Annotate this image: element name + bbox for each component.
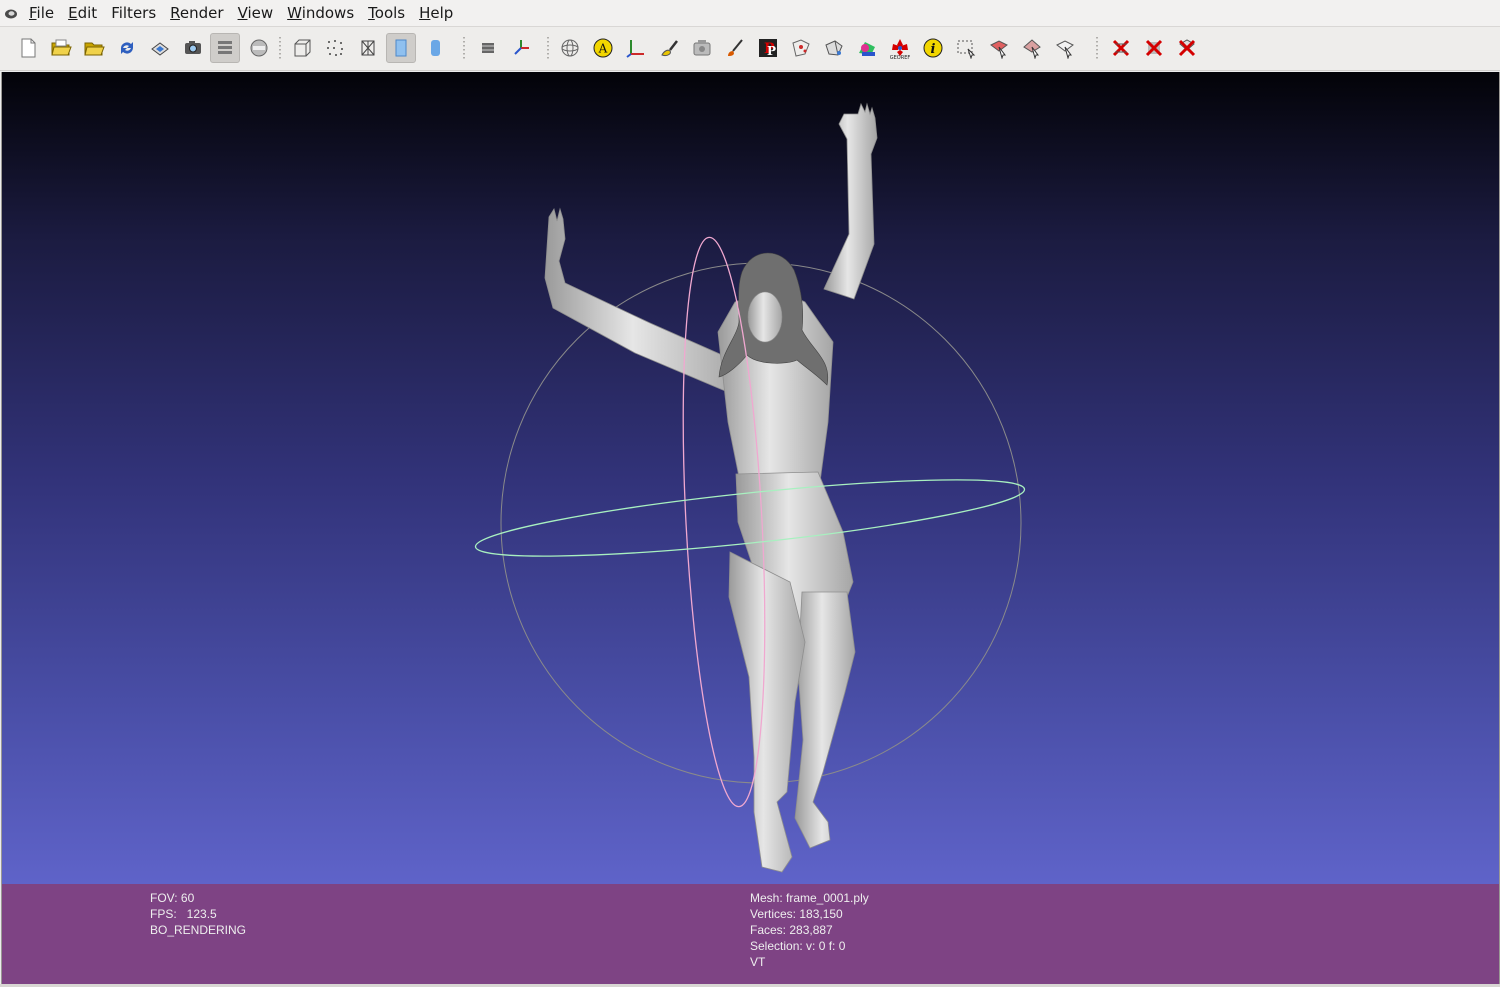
paint-icon[interactable] bbox=[720, 33, 750, 63]
scene-canvas bbox=[474, 102, 1026, 873]
toolbar: A PP GEOREF i bbox=[0, 27, 1500, 71]
toolbar-separator bbox=[279, 37, 281, 61]
mesh-name-label: Mesh: frame_0001.ply bbox=[750, 891, 869, 905]
info-panel: FOV: 60 FPS: 123.5 BO_RENDERING Mesh: fr… bbox=[2, 884, 1499, 984]
menu-view[interactable]: View bbox=[231, 0, 281, 26]
smooth-render-icon[interactable] bbox=[420, 33, 450, 63]
mesh-info: Mesh: frame_0001.ply Vertices: 183,150 F… bbox=[750, 890, 869, 970]
paint-brush-icon[interactable] bbox=[654, 33, 684, 63]
select-connected-icon[interactable] bbox=[1050, 33, 1080, 63]
delete-selection-icon[interactable] bbox=[1172, 33, 1202, 63]
open-project-icon[interactable] bbox=[46, 33, 76, 63]
menu-file[interactable]: File bbox=[22, 0, 61, 26]
selection-label: Selection: v: 0 f: 0 bbox=[750, 939, 846, 953]
texture-icon[interactable] bbox=[852, 33, 882, 63]
3d-viewport[interactable]: FOV: 60 FPS: 123.5 BO_RENDERING Mesh: fr… bbox=[1, 72, 1500, 984]
menu-tools[interactable]: Tools bbox=[361, 0, 412, 26]
select-zpaint-icon[interactable] bbox=[1017, 33, 1047, 63]
new-project-icon[interactable] bbox=[13, 33, 43, 63]
color-icon[interactable] bbox=[473, 33, 503, 63]
info-icon[interactable]: i bbox=[918, 33, 948, 63]
fov-label: FOV: 60 bbox=[150, 891, 195, 905]
face-mesh bbox=[747, 291, 783, 343]
delete-vertices-icon[interactable] bbox=[1106, 33, 1136, 63]
svg-text:i: i bbox=[931, 42, 936, 57]
faces-label: Faces: 283,887 bbox=[750, 923, 833, 937]
georef-icon[interactable]: GEOREF bbox=[885, 33, 915, 63]
human-mesh bbox=[544, 102, 878, 873]
points-render-icon[interactable] bbox=[320, 33, 350, 63]
toolbar-separator bbox=[463, 37, 465, 61]
wireframe-render-icon[interactable] bbox=[353, 33, 383, 63]
select-paint-icon[interactable] bbox=[984, 33, 1014, 63]
raster-icon[interactable] bbox=[244, 33, 274, 63]
svg-text:P: P bbox=[767, 44, 776, 58]
select-rect-icon[interactable] bbox=[951, 33, 981, 63]
snapshot-icon[interactable] bbox=[178, 33, 208, 63]
app-logo-icon bbox=[0, 0, 22, 26]
reload-icon[interactable] bbox=[112, 33, 142, 63]
annotation-icon[interactable]: A bbox=[588, 33, 618, 63]
delete-faces-icon[interactable] bbox=[1139, 33, 1169, 63]
align-icon[interactable] bbox=[687, 33, 717, 63]
measure-icon[interactable] bbox=[621, 33, 651, 63]
pickpoints-icon[interactable]: PP bbox=[753, 33, 783, 63]
import-mesh-icon[interactable] bbox=[79, 33, 109, 63]
fps-label: FPS: 123.5 bbox=[150, 907, 217, 921]
render-mode-label: BO_RENDERING bbox=[150, 923, 247, 937]
layers-icon[interactable] bbox=[210, 33, 240, 63]
menu-help[interactable]: Help bbox=[412, 0, 460, 26]
export-mesh-icon[interactable] bbox=[145, 33, 175, 63]
svg-text:A: A bbox=[598, 42, 608, 56]
menu-windows[interactable]: Windows bbox=[280, 0, 361, 26]
svg-text:GEOREF: GEOREF bbox=[890, 55, 911, 59]
render-info: FOV: 60 FPS: 123.5 BO_RENDERING bbox=[150, 890, 246, 938]
menu-bar: File Edit Filters Render View Windows To… bbox=[0, 0, 1500, 27]
toolbar-separator bbox=[1096, 37, 1098, 61]
select-faces-icon[interactable] bbox=[819, 33, 849, 63]
bounding-box-icon[interactable] bbox=[287, 33, 317, 63]
menu-filters[interactable]: Filters bbox=[104, 0, 163, 26]
trackball-icon[interactable] bbox=[555, 33, 585, 63]
vertices-label: Vertices: 183,150 bbox=[750, 907, 843, 921]
select-vertices-icon[interactable] bbox=[786, 33, 816, 63]
axes-icon[interactable] bbox=[506, 33, 536, 63]
menu-edit[interactable]: Edit bbox=[61, 0, 104, 26]
flat-render-icon[interactable] bbox=[386, 33, 416, 63]
toolbar-separator bbox=[547, 37, 549, 61]
attributes-label: VT bbox=[750, 955, 766, 969]
menu-render[interactable]: Render bbox=[163, 0, 230, 26]
